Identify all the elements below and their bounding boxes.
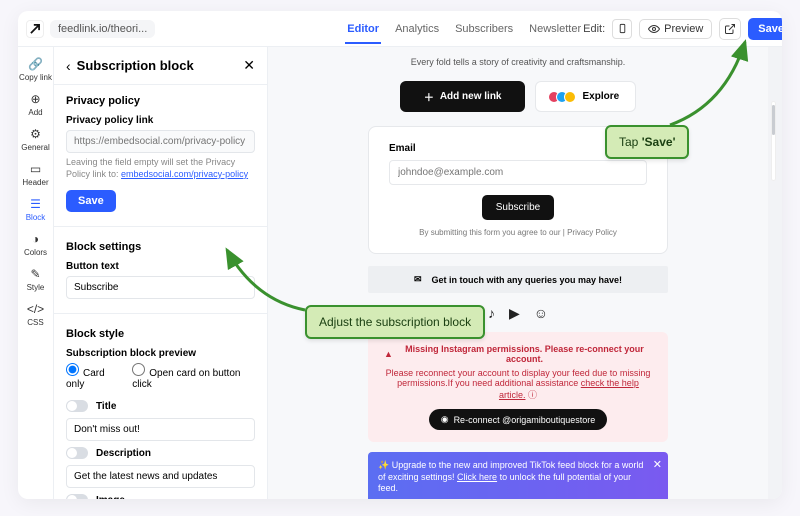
tab-editor[interactable]: Editor (345, 14, 381, 44)
title-toggle-label: Title (96, 401, 116, 412)
code-icon: </> (29, 302, 43, 316)
plus-circle-icon: ⊕ (29, 92, 43, 106)
explore-avatars-icon (552, 91, 576, 103)
warning-icon: ▲ (384, 349, 393, 359)
callout-save: Tap 'Save' (605, 125, 689, 159)
rail-colors[interactable]: ◑Colors (18, 228, 53, 261)
title-input[interactable] (66, 418, 255, 441)
preview-mode-label: Subscription block preview (66, 348, 255, 359)
preview-button[interactable]: Preview (639, 19, 712, 39)
external-link-icon (724, 23, 736, 35)
callout-adjust: Adjust the subscription block (305, 305, 485, 339)
privacy-link-label: Privacy policy link (66, 115, 255, 126)
tiktok-promo: ✨ Upgrade to the new and improved TikTok… (368, 452, 668, 499)
subscribe-disclaimer: By submitting this form you agree to our… (389, 228, 647, 237)
youtube-icon[interactable]: ▶ (509, 305, 520, 322)
rail-add[interactable]: ⊕Add (18, 88, 53, 121)
button-text-label: Button text (66, 261, 255, 272)
privacy-hint: Leaving the field empty will set the Pri… (66, 157, 255, 180)
list-icon: ☰ (29, 197, 43, 211)
radio-open-on-click[interactable]: Open card on button click (132, 363, 255, 390)
block-settings-section: Block settings (66, 241, 255, 253)
envelope-icon: ✉ (414, 274, 422, 285)
panel-save-button[interactable]: Save (66, 190, 116, 212)
page-caption: Every fold tells a story of creativity a… (368, 47, 668, 81)
reconnect-button[interactable]: ◉Re-connect @origamiboutiquestore (429, 409, 608, 430)
device-toggle[interactable] (612, 19, 632, 39)
preview-canvas: Every fold tells a story of creativity a… (268, 47, 782, 499)
header-icon: ▭ (29, 162, 43, 176)
open-external-button[interactable] (719, 18, 741, 40)
sidebar-rail: 🔗Copy link ⊕Add ⚙General ▭Header ☰Block … (18, 47, 54, 499)
tab-subscribers[interactable]: Subscribers (453, 14, 515, 44)
description-input[interactable] (66, 465, 255, 488)
description-toggle[interactable] (66, 447, 88, 459)
tab-newsletter[interactable]: Newsletter (527, 14, 583, 44)
close-icon[interactable]: ✕ (243, 57, 255, 74)
save-button[interactable]: Save (748, 18, 782, 40)
tab-analytics[interactable]: Analytics (393, 14, 441, 44)
gear-icon: ⚙ (29, 127, 43, 141)
title-toggle[interactable] (66, 400, 88, 412)
instagram-icon: ◉ (441, 414, 449, 425)
instagram-warning: ▲Missing Instagram permissions. Please r… (368, 332, 668, 442)
reddit-icon[interactable]: ☺ (534, 305, 548, 322)
main-tabs: Editor Analytics Subscribers Newsletter (345, 14, 583, 44)
rail-header[interactable]: ▭Header (18, 158, 53, 191)
rail-block[interactable]: ☰Block (18, 193, 53, 226)
privacy-link-input[interactable] (66, 130, 255, 153)
panel-title: Subscription block (77, 58, 194, 73)
promo-link[interactable]: Click here (457, 472, 497, 482)
privacy-policy-link[interactable]: Privacy Policy (567, 228, 617, 237)
promo-close-icon[interactable]: ✕ (653, 458, 662, 472)
topbar: feedlink.io/theori... Editor Analytics S… (18, 11, 782, 47)
description-toggle-label: Description (96, 448, 151, 459)
app-window: feedlink.io/theori... Editor Analytics S… (18, 11, 782, 499)
add-new-link-button[interactable]: ＋Add new link (400, 81, 526, 112)
rail-general[interactable]: ⚙General (18, 123, 53, 156)
info-icon: ⓘ (528, 390, 537, 400)
privacy-default-link[interactable]: embedsocial.com/privacy-policy (121, 169, 248, 179)
email-input[interactable] (389, 160, 647, 185)
radio-card-only[interactable]: Card only (66, 363, 122, 390)
back-icon[interactable]: ‹ (66, 58, 71, 74)
rail-style[interactable]: ✎Style (18, 263, 53, 296)
tiktok-icon[interactable]: ♪ (488, 305, 495, 322)
explore-button[interactable]: Explore (535, 81, 636, 112)
contact-bar[interactable]: ✉Get in touch with any queries you may h… (368, 266, 668, 293)
eye-icon (648, 23, 660, 35)
canvas-scrollbar[interactable] (771, 101, 776, 181)
subscribe-button[interactable]: Subscribe (482, 195, 554, 220)
rail-copy-link[interactable]: 🔗Copy link (18, 53, 53, 86)
palette-icon: ◑ (29, 232, 43, 246)
url-address[interactable]: feedlink.io/theori... (50, 20, 155, 38)
app-logo-icon (26, 20, 44, 38)
wand-icon: ✎ (29, 267, 43, 281)
plus-icon: ＋ (424, 89, 434, 104)
link-icon: 🔗 (29, 57, 43, 71)
image-toggle[interactable] (66, 494, 88, 499)
privacy-section: Privacy policy (66, 95, 255, 107)
image-toggle-label: Image (96, 495, 125, 499)
block-style-section: Block style (66, 328, 255, 340)
rail-css[interactable]: </>CSS (18, 298, 53, 331)
edit-label: Edit: (583, 23, 605, 35)
settings-panel: ‹ Subscription block ✕ Privacy policy Pri… (54, 47, 268, 499)
button-text-input[interactable] (66, 276, 255, 299)
